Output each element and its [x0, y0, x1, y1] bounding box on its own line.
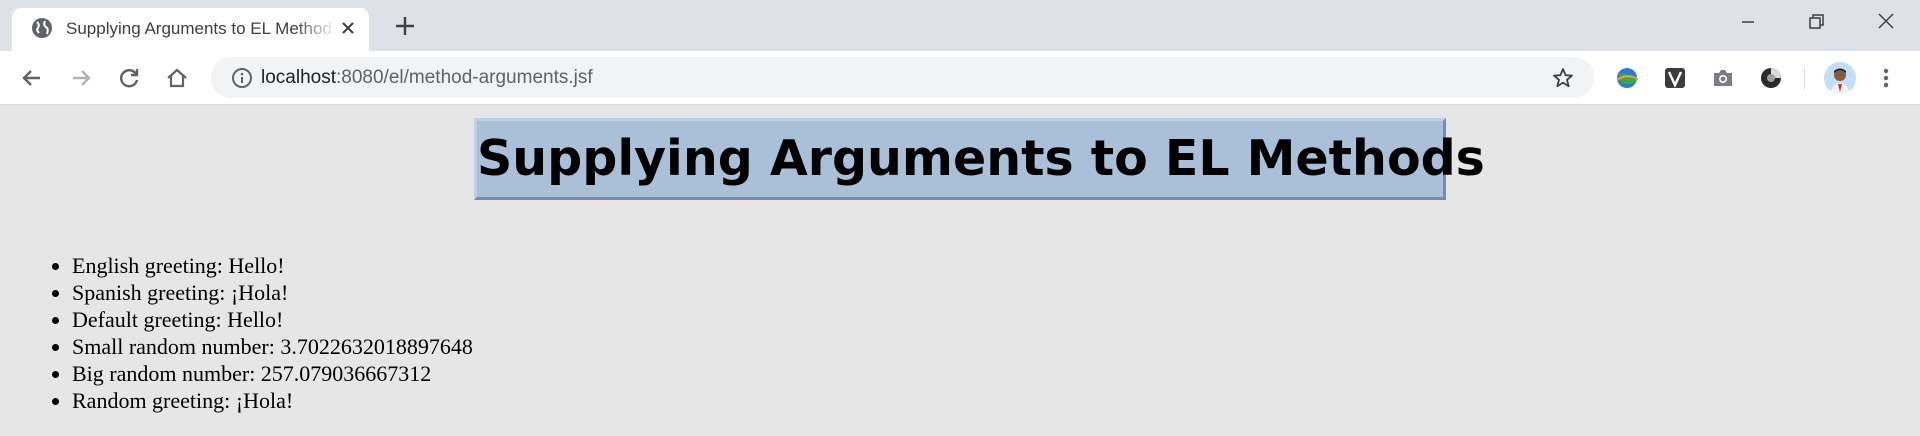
camera-extension-icon[interactable]	[1710, 65, 1736, 91]
page-title-box: Supplying Arguments to EL Methods	[474, 118, 1485, 200]
earth-extension-icon[interactable]	[1614, 65, 1640, 91]
close-icon[interactable]	[337, 17, 359, 39]
star-icon[interactable]	[1551, 66, 1575, 90]
v-extension-icon[interactable]	[1662, 65, 1688, 91]
tab-title: Supplying Arguments to EL Methods	[66, 19, 336, 38]
url-host: localhost	[261, 67, 336, 88]
avatar[interactable]	[1824, 62, 1856, 94]
circle-extension-icon[interactable]	[1758, 65, 1784, 91]
list-item: Small random number: 3.7022632018897648	[72, 333, 473, 360]
toolbar-separator	[1804, 68, 1805, 90]
tab-strip: Supplying Arguments to EL Methods	[0, 0, 1920, 51]
list-item: Spanish greeting: ¡Hola!	[72, 279, 473, 306]
plus-icon[interactable]	[392, 13, 418, 39]
forward-arrow-icon[interactable]	[68, 65, 94, 91]
menu-dots-icon[interactable]	[1873, 65, 1899, 91]
list-item: Big random number: 257.079036667312	[72, 360, 473, 387]
url-text[interactable]: localhost:8080/el/method-arguments.jsf	[261, 67, 593, 89]
list-item: Random greeting: ¡Hola!	[72, 387, 473, 414]
greeting-list: English greeting: Hello! Spanish greetin…	[72, 252, 473, 414]
list-item: English greeting: Hello!	[72, 252, 473, 279]
page-title: Supplying Arguments to EL Methods	[477, 130, 1485, 187]
globe-icon	[31, 17, 53, 39]
address-bar[interactable]: localhost:8080/el/method-arguments.jsf	[211, 57, 1594, 98]
url-path: :8080/el/method-arguments.jsf	[336, 67, 593, 88]
browser-tab[interactable]: Supplying Arguments to EL Methods	[12, 8, 369, 51]
back-arrow-icon[interactable]	[19, 65, 45, 91]
close-window-icon[interactable]	[1870, 8, 1902, 36]
reload-icon[interactable]	[116, 65, 142, 91]
list-item: Default greeting: Hello!	[72, 306, 473, 333]
info-icon[interactable]	[231, 67, 253, 89]
home-icon[interactable]	[164, 65, 190, 91]
page-content: Supplying Arguments to EL Methods Englis…	[0, 106, 1920, 436]
minimize-icon[interactable]	[1732, 8, 1764, 36]
browser-toolbar: localhost:8080/el/method-arguments.jsf	[0, 51, 1920, 105]
restore-icon[interactable]	[1800, 8, 1832, 36]
